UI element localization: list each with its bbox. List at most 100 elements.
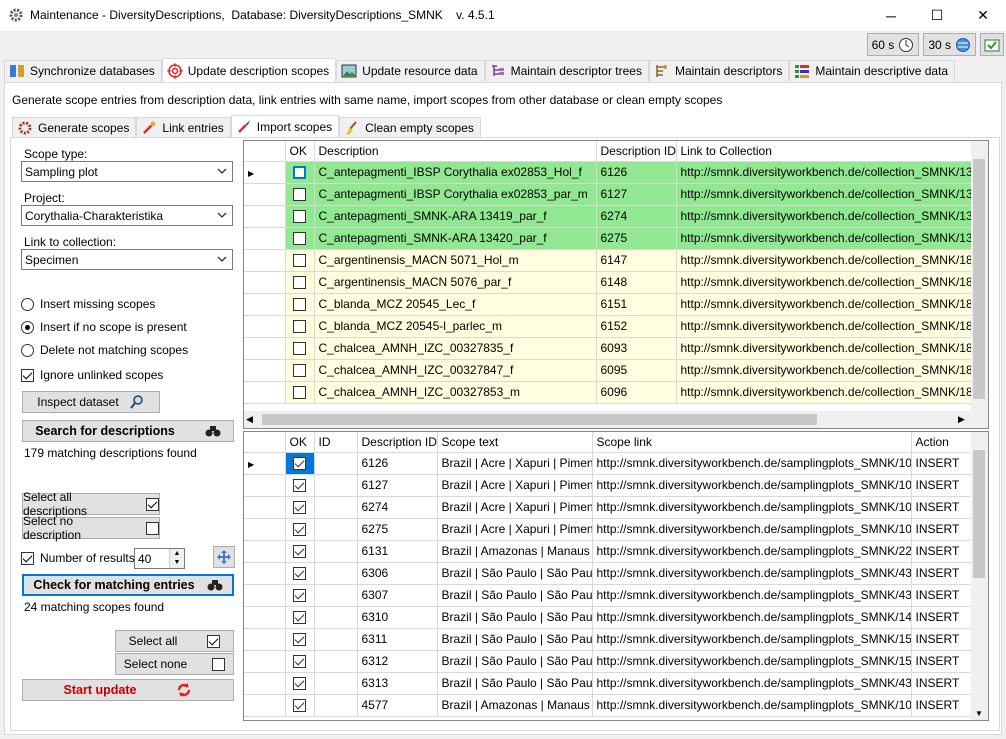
id-cell[interactable] xyxy=(314,474,358,497)
select-no-description-button[interactable]: Select no description xyxy=(22,514,160,542)
vertical-scrollbar[interactable] xyxy=(971,141,988,413)
number-of-results-stepper[interactable]: 40 ▲ ▼ xyxy=(134,548,185,569)
table-row[interactable]: C_antepagmenti_SMNK-ARA 13420_par_f 6275 h… xyxy=(244,227,974,250)
description-id-cell[interactable]: 6152 xyxy=(596,315,677,338)
column-header-ok[interactable]: OK xyxy=(285,141,315,162)
ok-cell[interactable] xyxy=(285,271,315,294)
action-cell[interactable]: INSERT xyxy=(911,562,974,585)
radio-insert-missing[interactable]: Insert missing scopes xyxy=(21,297,155,311)
link-cell[interactable]: http://smnk.diversityworkbench.de/collec… xyxy=(676,381,974,404)
start-update-button[interactable]: Start update xyxy=(22,679,234,701)
action-cell[interactable]: INSERT xyxy=(911,452,974,475)
link-collection-select[interactable]: Specimen xyxy=(21,249,233,270)
action-cell[interactable]: INSERT xyxy=(911,606,974,629)
id-cell[interactable] xyxy=(314,672,358,695)
action-cell[interactable]: INSERT xyxy=(911,650,974,673)
table-row[interactable]: C_argentinensis_MACN 5076_par_f 6148 http:… xyxy=(244,271,974,294)
tab-clean-empty-scopes[interactable]: Clean empty scopes xyxy=(339,117,481,137)
action-cell[interactable]: INSERT xyxy=(911,584,974,607)
table-row[interactable]: 6310 Brazil | São Paulo | São Paul... http… xyxy=(244,606,974,629)
ok-checkbox[interactable] xyxy=(293,655,306,669)
ok-checkbox[interactable] xyxy=(293,276,306,290)
description-cell[interactable]: C_argentinensis_MACN 5071_Hol_m xyxy=(314,249,597,272)
table-row[interactable]: 6306 Brazil | São Paulo | São Paul... http… xyxy=(244,562,974,585)
ok-checkbox[interactable] xyxy=(293,386,306,400)
scope-type-select[interactable]: Sampling plot xyxy=(21,161,233,182)
ok-checkbox[interactable] xyxy=(293,457,306,471)
scope-text-cell[interactable]: Brazil | São Paulo | São Paul... xyxy=(437,584,593,607)
scope-link-cell[interactable]: http://smnk.diversityworkbench.de/sampli… xyxy=(592,694,912,717)
link-cell[interactable]: http://smnk.diversityworkbench.de/collec… xyxy=(676,271,974,294)
column-header-ok[interactable]: OK xyxy=(285,432,315,453)
action-cell[interactable]: INSERT xyxy=(911,496,974,519)
tab-import-scopes[interactable]: Import scopes xyxy=(230,115,340,137)
column-header-description-id[interactable]: Description ID xyxy=(596,141,677,162)
scope-text-cell[interactable]: Brazil | São Paulo | São Paul... xyxy=(437,606,593,629)
description-id-cell[interactable]: 4577 xyxy=(357,694,438,717)
number-of-results-checkbox[interactable]: Number of results: xyxy=(21,551,138,565)
radio-button[interactable] xyxy=(21,343,34,357)
link-cell[interactable]: http://smnk.diversityworkbench.de/collec… xyxy=(676,161,974,184)
ok-checkbox[interactable] xyxy=(293,699,306,713)
table-row[interactable]: C_blanda_MCZ 20545_Lec_f 6151 http://smnk.… xyxy=(244,293,974,316)
ok-cell[interactable] xyxy=(285,672,315,695)
table-row[interactable]: C_argentinensis_MACN 5071_Hol_m 6147 http:… xyxy=(244,249,974,272)
link-cell[interactable]: http://smnk.diversityworkbench.de/collec… xyxy=(676,249,974,272)
ok-cell[interactable] xyxy=(285,496,315,519)
ok-checkbox[interactable] xyxy=(293,342,306,356)
scope-text-cell[interactable]: Brazil | São Paulo | São Paul... xyxy=(437,562,593,585)
row-header[interactable] xyxy=(244,337,286,360)
action-cell[interactable]: INSERT xyxy=(911,628,974,651)
scroll-down-icon[interactable]: ▼ xyxy=(975,709,983,718)
column-header-description[interactable]: Description xyxy=(314,141,597,162)
row-header[interactable] xyxy=(244,496,286,519)
description-cell[interactable]: C_chalcea_AMNH_IZC_00327835_f xyxy=(314,337,597,360)
id-cell[interactable] xyxy=(314,606,358,629)
description-cell[interactable]: C_antepagmenti_IBSP Corythalia ex02853_p… xyxy=(314,183,597,206)
ok-checkbox[interactable] xyxy=(293,545,306,559)
scope-text-cell[interactable]: Brazil | Acre | Xapuri | Piment... xyxy=(437,496,593,519)
row-header[interactable] xyxy=(244,359,286,382)
ok-cell[interactable] xyxy=(285,584,315,607)
project-select[interactable]: Corythalia-Charakteristika xyxy=(21,205,233,226)
table-row[interactable]: 4577Brazil | Amazonas | Manaus | ...http… xyxy=(244,694,974,717)
ok-cell[interactable] xyxy=(285,337,315,360)
ok-checkbox[interactable] xyxy=(293,210,306,224)
table-row[interactable]: C_blanda_MCZ 20545-l_parlec_m 6152 http://… xyxy=(244,315,974,338)
description-id-cell[interactable]: 6126 xyxy=(357,452,438,475)
description-cell[interactable]: C_blanda_MCZ 20545_Lec_f xyxy=(314,293,597,316)
select-all-button[interactable]: Select all xyxy=(115,630,234,652)
ok-checkbox[interactable] xyxy=(293,589,306,603)
column-header-scope-link[interactable]: Scope link xyxy=(592,432,912,453)
minimize-button[interactable]: ─ xyxy=(868,0,914,31)
row-header[interactable] xyxy=(244,694,286,717)
ok-cell[interactable] xyxy=(285,293,315,316)
id-cell[interactable] xyxy=(314,518,358,541)
ok-cell[interactable] xyxy=(285,315,315,338)
ok-cell[interactable] xyxy=(285,161,315,184)
description-id-cell[interactable]: 6274 xyxy=(357,496,438,519)
row-header[interactable] xyxy=(244,293,286,316)
scope-text-cell[interactable]: Brazil | Amazonas | Manaus | ... xyxy=(437,694,593,717)
id-cell[interactable] xyxy=(314,496,358,519)
description-id-cell[interactable]: 6306 xyxy=(357,562,438,585)
inspect-dataset-button[interactable]: Inspect dataset xyxy=(22,391,160,413)
ok-checkbox[interactable] xyxy=(293,479,306,493)
ok-checkbox[interactable] xyxy=(293,677,306,691)
scope-link-cell[interactable]: http://smnk.diversityworkbench.de/sampli… xyxy=(592,518,912,541)
link-cell[interactable]: http://smnk.diversityworkbench.de/collec… xyxy=(676,337,974,360)
tab-maintain-descriptor-trees[interactable]: Maintain descriptor trees xyxy=(484,60,649,81)
row-header[interactable] xyxy=(244,628,286,651)
scope-text-cell[interactable]: Brazil | São Paulo | São Paul... xyxy=(437,672,593,695)
action-cell[interactable]: INSERT xyxy=(911,474,974,497)
table-row[interactable]: C_chalcea_AMNH_IZC_00327835_f 6093 http://… xyxy=(244,337,974,360)
table-row[interactable]: ▶ 6126 Brazil | Acre | Xapuri | Piment... h… xyxy=(244,452,974,475)
description-id-cell[interactable]: 6307 xyxy=(357,584,438,607)
id-cell[interactable] xyxy=(314,540,358,563)
row-header[interactable] xyxy=(244,540,286,563)
id-cell[interactable] xyxy=(314,650,358,673)
select-all-descriptions-button[interactable]: Select all descriptions xyxy=(22,490,160,518)
scope-text-cell[interactable]: Brazil | Amazonas | Manaus | ... xyxy=(437,540,593,563)
ok-checkbox[interactable] xyxy=(293,166,306,180)
row-header[interactable] xyxy=(244,474,286,497)
